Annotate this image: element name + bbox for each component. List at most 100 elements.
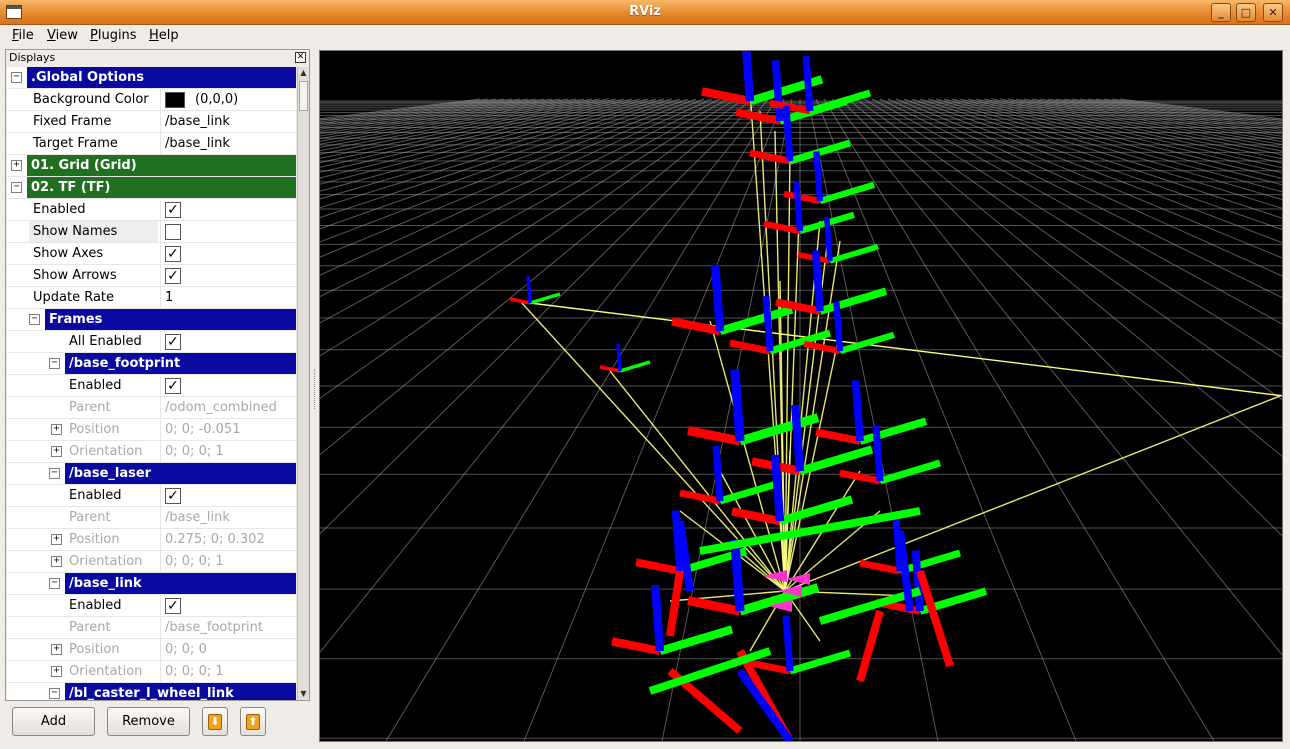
tree-row-value[interactable]: /base_footprint — [160, 617, 296, 638]
tree-row-value[interactable]: /base_link — [160, 507, 296, 528]
tree-category[interactable]: −/base_link — [7, 573, 296, 595]
add-display-button[interactable]: Add — [12, 707, 95, 736]
tree-category[interactable]: −02. TF (TF) — [7, 177, 296, 199]
tree-property[interactable]: Show Arrows ✓ — [7, 265, 296, 287]
collapse-icon[interactable]: − — [49, 688, 60, 699]
expand-icon[interactable]: + — [11, 160, 22, 171]
tree-row-value[interactable]: /base_link — [160, 133, 296, 154]
tree-category[interactable]: − Frames — [7, 309, 296, 331]
tree-property[interactable]: Enabled ✓ — [7, 595, 296, 617]
tree-property[interactable]: Update Rate 1 — [7, 287, 296, 309]
tree-row-value[interactable]: 1 — [160, 287, 296, 308]
move-up-button[interactable]: ⬆ — [240, 707, 266, 736]
tree-property[interactable]: All Enabled ✓ — [7, 331, 296, 353]
tree-category[interactable]: −/bl_caster_l_wheel_link — [7, 683, 296, 700]
collapse-icon[interactable]: − — [11, 72, 22, 83]
tree-property[interactable]: + Position 0; 0; -0.051 — [7, 419, 296, 441]
expand-icon[interactable]: + — [51, 644, 62, 655]
tree-row-value[interactable]: 0; 0; 0; 1 — [160, 661, 296, 682]
tree-row-value[interactable]: 0; 0; -0.051 — [160, 419, 296, 440]
tree-row-value[interactable]: 0; 0; 0; 1 — [160, 551, 296, 572]
grid-line — [927, 98, 1282, 209]
collapse-icon[interactable]: − — [49, 578, 60, 589]
maximize-button[interactable]: □ — [1236, 3, 1256, 22]
axis-x-bar — [735, 108, 781, 125]
property-checkbox[interactable]: ✓ — [165, 488, 181, 504]
tree-property[interactable]: Background Color (0,0,0) — [7, 89, 296, 111]
collapse-icon[interactable]: − — [29, 314, 40, 325]
property-checkbox[interactable] — [165, 224, 181, 240]
grid-line — [320, 98, 625, 168]
tree-property[interactable]: Enabled ✓ — [7, 485, 296, 507]
tree-property[interactable]: Enabled ✓ — [7, 375, 296, 397]
property-checkbox[interactable]: ✓ — [165, 268, 181, 284]
grid-line — [320, 98, 609, 159]
tree-property[interactable]: + Orientation 0; 0; 0; 1 — [7, 661, 296, 683]
tree-property[interactable]: Target Frame/base_link — [7, 133, 296, 155]
tree-property[interactable]: Show Names — [7, 221, 296, 243]
grid-line — [1055, 98, 1282, 135]
tree-row-value[interactable]: 0.275; 0; 0.302 — [160, 529, 296, 550]
tree-property[interactable]: Fixed Frame/base_link — [7, 111, 296, 133]
menu-view[interactable]: View — [47, 28, 78, 43]
title-bar: RViz _ □ ✕ — [0, 0, 1290, 25]
tree-property[interactable]: + Orientation 0; 0; 0; 1 — [7, 441, 296, 463]
expand-icon[interactable]: + — [51, 666, 62, 677]
axis-y-bar — [718, 479, 782, 505]
collapse-icon[interactable]: − — [49, 358, 60, 369]
tree-scrollbar[interactable]: ▲ ▼ — [297, 67, 309, 700]
expand-icon[interactable]: + — [51, 424, 62, 435]
axis-x-bar — [687, 426, 741, 446]
property-checkbox[interactable]: ✓ — [165, 598, 181, 614]
color-swatch[interactable] — [165, 92, 185, 108]
panel-splitter[interactable] — [312, 49, 318, 741]
grid-line — [959, 98, 1282, 180]
minimize-button[interactable]: _ — [1211, 3, 1231, 22]
remove-display-button[interactable]: Remove — [107, 707, 190, 736]
property-tree[interactable]: − .Global Options Background Color (0,0,0) F… — [7, 67, 296, 700]
tree-row-label: Target Frame — [33, 136, 118, 151]
panel-close-icon[interactable]: ✕ — [295, 52, 306, 63]
expand-icon[interactable]: + — [51, 556, 62, 567]
tree-row-value[interactable]: 0; 0; 0 — [160, 639, 296, 660]
tree-property[interactable]: Enabled ✓ — [7, 199, 296, 221]
collapse-icon[interactable]: − — [49, 468, 60, 479]
tree-category[interactable]: +01. Grid (Grid) — [7, 155, 296, 177]
axis-z-bar — [851, 380, 864, 442]
menu-plugins[interactable]: Plugins — [90, 28, 137, 43]
scrollbar-thumb[interactable] — [299, 81, 308, 111]
close-button[interactable]: ✕ — [1263, 3, 1283, 22]
property-checkbox[interactable]: ✓ — [165, 202, 181, 218]
tree-row-value[interactable]: /base_link — [160, 111, 296, 132]
axis-z-bar — [730, 369, 745, 442]
collapse-icon[interactable]: − — [11, 182, 22, 193]
grid-line — [320, 98, 505, 125]
grid-line — [863, 98, 1282, 358]
move-down-button[interactable]: ⬇ — [202, 707, 228, 736]
tree-property[interactable]: Parent/base_link — [7, 507, 296, 529]
grid-line — [967, 98, 1282, 174]
menu-file[interactable]: File — [12, 28, 34, 43]
property-checkbox[interactable]: ✓ — [165, 334, 181, 350]
tree-category[interactable]: −/base_footprint — [7, 353, 296, 375]
expand-icon[interactable]: + — [51, 534, 62, 545]
tree-property[interactable]: Parent/odom_combined — [7, 397, 296, 419]
tree-category[interactable]: − .Global Options — [7, 67, 296, 89]
tree-row-label: Orientation — [69, 554, 143, 569]
property-checkbox[interactable]: ✓ — [165, 246, 181, 262]
menu-bar: File View Plugins Help — [0, 25, 1290, 48]
tree-property[interactable]: + Orientation 0; 0; 0; 1 — [7, 551, 296, 573]
tree-row-value[interactable]: 0; 0; 0; 1 — [160, 441, 296, 462]
expand-icon[interactable]: + — [51, 446, 62, 457]
tree-row-value[interactable]: /odom_combined — [160, 397, 296, 418]
property-checkbox[interactable]: ✓ — [165, 378, 181, 394]
tree-property[interactable]: Show Axes ✓ — [7, 243, 296, 265]
scroll-down-icon[interactable]: ▼ — [298, 688, 309, 700]
scroll-up-icon[interactable]: ▲ — [298, 67, 309, 79]
render-viewport[interactable] — [319, 50, 1283, 742]
tree-category[interactable]: −/base_laser — [7, 463, 296, 485]
menu-help[interactable]: Help — [149, 28, 179, 43]
tree-property[interactable]: + Position 0.275; 0; 0.302 — [7, 529, 296, 551]
tree-property[interactable]: Parent/base_footprint — [7, 617, 296, 639]
tree-property[interactable]: + Position 0; 0; 0 — [7, 639, 296, 661]
